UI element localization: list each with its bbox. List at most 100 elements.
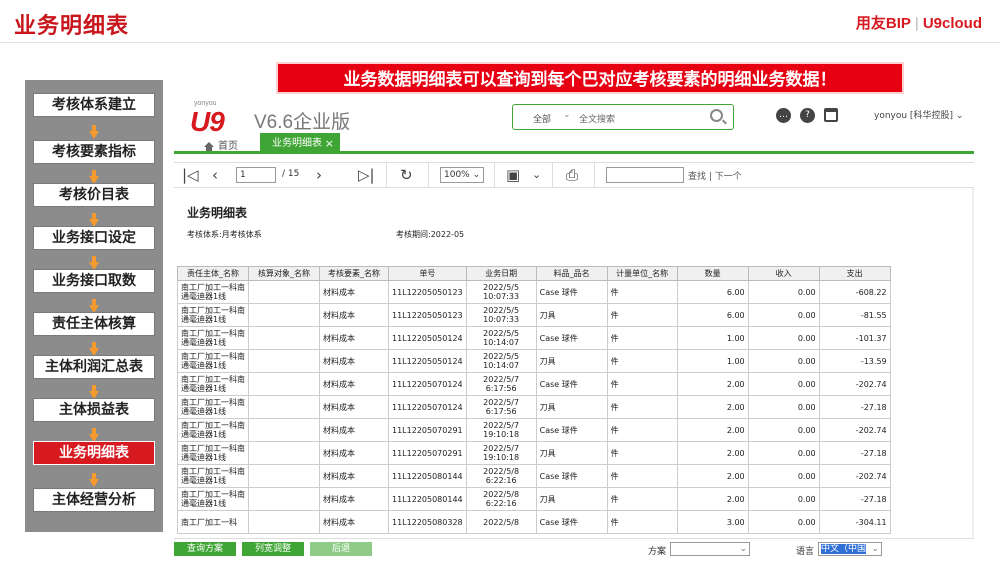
column-header[interactable]: 责任主体_名称 xyxy=(177,266,249,281)
table-row[interactable]: 南工厂加工一科南通毫迪器1线 材料成本 11L12205050123 2022/5/5… xyxy=(177,303,891,327)
search-input[interactable]: 全文搜索 xyxy=(579,112,615,125)
chevron-down-icon[interactable]: ⌄ xyxy=(532,166,541,184)
cell-income: 0.00 xyxy=(747,418,820,442)
close-icon[interactable]: × xyxy=(325,133,334,154)
flow-step[interactable]: 考核体系建立 xyxy=(33,93,155,117)
cell-unit: 件 xyxy=(606,418,678,442)
prev-page-icon[interactable]: ‹ xyxy=(212,166,218,184)
cell-doc: 11L12205080144 xyxy=(388,464,467,488)
cell-object xyxy=(248,395,320,419)
chat-icon[interactable]: … xyxy=(776,108,791,123)
column-header[interactable]: 单号 xyxy=(388,266,467,281)
language-select[interactable]: 中文（中国 ⌄ xyxy=(818,542,882,556)
tab-detail-report[interactable]: 业务明细表 × xyxy=(260,133,340,154)
detail-table: 责任主体_名称 核算对象_名称 考核要素_名称 单号 业务日期 料品_品名 计量单位_名称数… xyxy=(177,266,891,534)
column-header[interactable]: 收入 xyxy=(747,266,820,281)
flow-step[interactable]: 主体经营分析 xyxy=(33,488,155,512)
refresh-icon[interactable]: ↻ xyxy=(400,166,413,184)
flow-step[interactable]: 考核要素指标 xyxy=(33,140,155,164)
flow-step[interactable]: 业务接口设定 xyxy=(33,226,155,250)
calendar-icon[interactable] xyxy=(824,108,838,122)
tab-home[interactable]: 首页 xyxy=(204,137,238,152)
column-header[interactable]: 支出 xyxy=(818,266,891,281)
table-row[interactable]: 南工厂加工一科南通毫迪器1线 材料成本 11L12205050123 2022/5/5… xyxy=(177,280,891,304)
cell-unit: 件 xyxy=(606,349,678,373)
cell-doc: 11L12205070291 xyxy=(388,441,467,465)
chevron-down-icon[interactable]: ⌄ xyxy=(563,110,571,120)
chevron-down-icon[interactable]: ⌄ xyxy=(871,543,879,555)
table-row[interactable]: 南工厂加工一科 材料成本 11L12205080328 2022/5/8 Case 球件… xyxy=(177,510,891,534)
time-value: 6:17:56 xyxy=(485,407,517,416)
time-value: 10:07:33 xyxy=(483,292,520,301)
search-scope[interactable]: 全部 xyxy=(533,112,551,125)
column-width-button[interactable]: 列宽调整 xyxy=(242,542,304,556)
find-input[interactable] xyxy=(606,167,684,183)
table-row[interactable]: 南工厂加工一科南通毫迪器1线 材料成本 11L12205080144 2022/5/8… xyxy=(177,464,891,488)
cell-qty: 6.00 xyxy=(676,303,749,327)
cell-doc: 11L12205050124 xyxy=(388,326,467,350)
cell-date: 2022/5/5 10:07:33 xyxy=(465,280,537,304)
cell-expense: -27.18 xyxy=(818,395,891,419)
flow-step[interactable]: 业务接口取数 xyxy=(33,269,155,293)
column-header[interactable]: 数量 xyxy=(676,266,749,281)
table-row[interactable]: 南工厂加工一科南通毫迪器1线 材料成本 11L12205080144 2022/5/8… xyxy=(177,487,891,511)
chevron-down-icon[interactable]: ⌄ xyxy=(739,543,747,555)
cell-object xyxy=(248,464,320,488)
cell-doc: 11L12205050123 xyxy=(388,280,467,304)
cell-element: 材料成本 xyxy=(319,395,389,419)
flow-step[interactable]: 主体利润汇总表 xyxy=(33,355,155,379)
vertical-scrollbar[interactable] xyxy=(972,188,974,538)
column-header[interactable]: 料品_品名 xyxy=(535,266,608,281)
cell-qty: 2.00 xyxy=(676,487,749,511)
save-icon[interactable]: ▣ xyxy=(506,166,520,184)
cell-expense: -202.74 xyxy=(818,464,891,488)
report-toolbar: |◁ ‹ 1 / 15 › ▷| ↻ 100% ⌄ ▣ ⌄ ⎙ 查找 | 下一个 xyxy=(174,162,974,188)
column-header[interactable]: 核算对象_名称 xyxy=(248,266,320,281)
date-value: 2022/5/8 xyxy=(483,517,520,527)
cell-expense: -27.18 xyxy=(818,487,891,511)
column-header[interactable]: 业务日期 xyxy=(465,266,537,281)
print-icon[interactable]: ⎙ xyxy=(566,166,578,184)
search-icon[interactable] xyxy=(710,109,723,122)
table-row[interactable]: 南工厂加工一科南通毫迪器1线 材料成本 11L12205070124 2022/5/7… xyxy=(177,395,891,419)
flow-step[interactable]: 业务明细表 xyxy=(33,441,155,465)
back-button[interactable]: 后退 xyxy=(310,542,372,556)
table-row[interactable]: 南工厂加工一科南通毫迪器1线 材料成本 11L12205070291 2022/5/7… xyxy=(177,418,891,442)
table-row[interactable]: 南工厂加工一科南通毫迪器1线 材料成本 11L12205070291 2022/5/7… xyxy=(177,441,891,465)
table-row[interactable]: 南工厂加工一科南通毫迪器1线 材料成本 11L12205050124 2022/5/5… xyxy=(177,349,891,373)
cell-income: 0.00 xyxy=(747,372,820,396)
cell-item: 刀具 xyxy=(535,487,608,511)
column-header[interactable]: 计量单位_名称 xyxy=(606,266,678,281)
cell-unit: 件 xyxy=(606,326,678,350)
cell-unit: 件 xyxy=(606,441,678,465)
time-value: 6:22:16 xyxy=(485,499,517,508)
first-page-icon[interactable]: |◁ xyxy=(182,166,199,184)
cell-qty: 2.00 xyxy=(676,395,749,419)
cell-qty: 2.00 xyxy=(676,372,749,396)
next-page-icon[interactable]: › xyxy=(316,166,322,184)
flow-step[interactable]: 考核价目表 xyxy=(33,183,155,207)
column-header[interactable]: 考核要素_名称 xyxy=(319,266,389,281)
query-scheme-button[interactable]: 查询方案 xyxy=(174,542,236,556)
last-page-icon[interactable]: ▷| xyxy=(358,166,375,184)
page-number-input[interactable]: 1 xyxy=(236,167,276,183)
time-value: 19:10:18 xyxy=(483,453,520,462)
cell-item: Case 球件 xyxy=(535,464,608,488)
arrow-down-icon xyxy=(89,472,99,487)
flow-step[interactable]: 主体损益表 xyxy=(33,398,155,422)
global-search[interactable]: 全部 ⌄ 全文搜索 xyxy=(512,104,734,130)
find-next-links[interactable]: 查找 | 下一个 xyxy=(688,169,742,182)
cell-expense: -101.37 xyxy=(818,326,891,350)
cell-income: 0.00 xyxy=(747,395,820,419)
cell-doc: 11L12205070291 xyxy=(388,418,467,442)
user-menu[interactable]: yonyou [科华控股] ⌄ xyxy=(874,108,963,121)
cell-income: 0.00 xyxy=(747,510,820,534)
title-divider xyxy=(0,42,1000,43)
table-row[interactable]: 南工厂加工一科南通毫迪器1线 材料成本 11L12205070124 2022/5/7… xyxy=(177,372,891,396)
cell-expense: -81.55 xyxy=(818,303,891,327)
flow-step[interactable]: 责任主体核算 xyxy=(33,312,155,336)
help-icon[interactable]: ? xyxy=(800,108,815,123)
table-row[interactable]: 南工厂加工一科南通毫迪器1线 材料成本 11L12205050124 2022/5/5… xyxy=(177,326,891,350)
scheme-select[interactable]: ⌄ xyxy=(670,542,750,556)
zoom-select[interactable]: 100% ⌄ xyxy=(440,167,484,183)
